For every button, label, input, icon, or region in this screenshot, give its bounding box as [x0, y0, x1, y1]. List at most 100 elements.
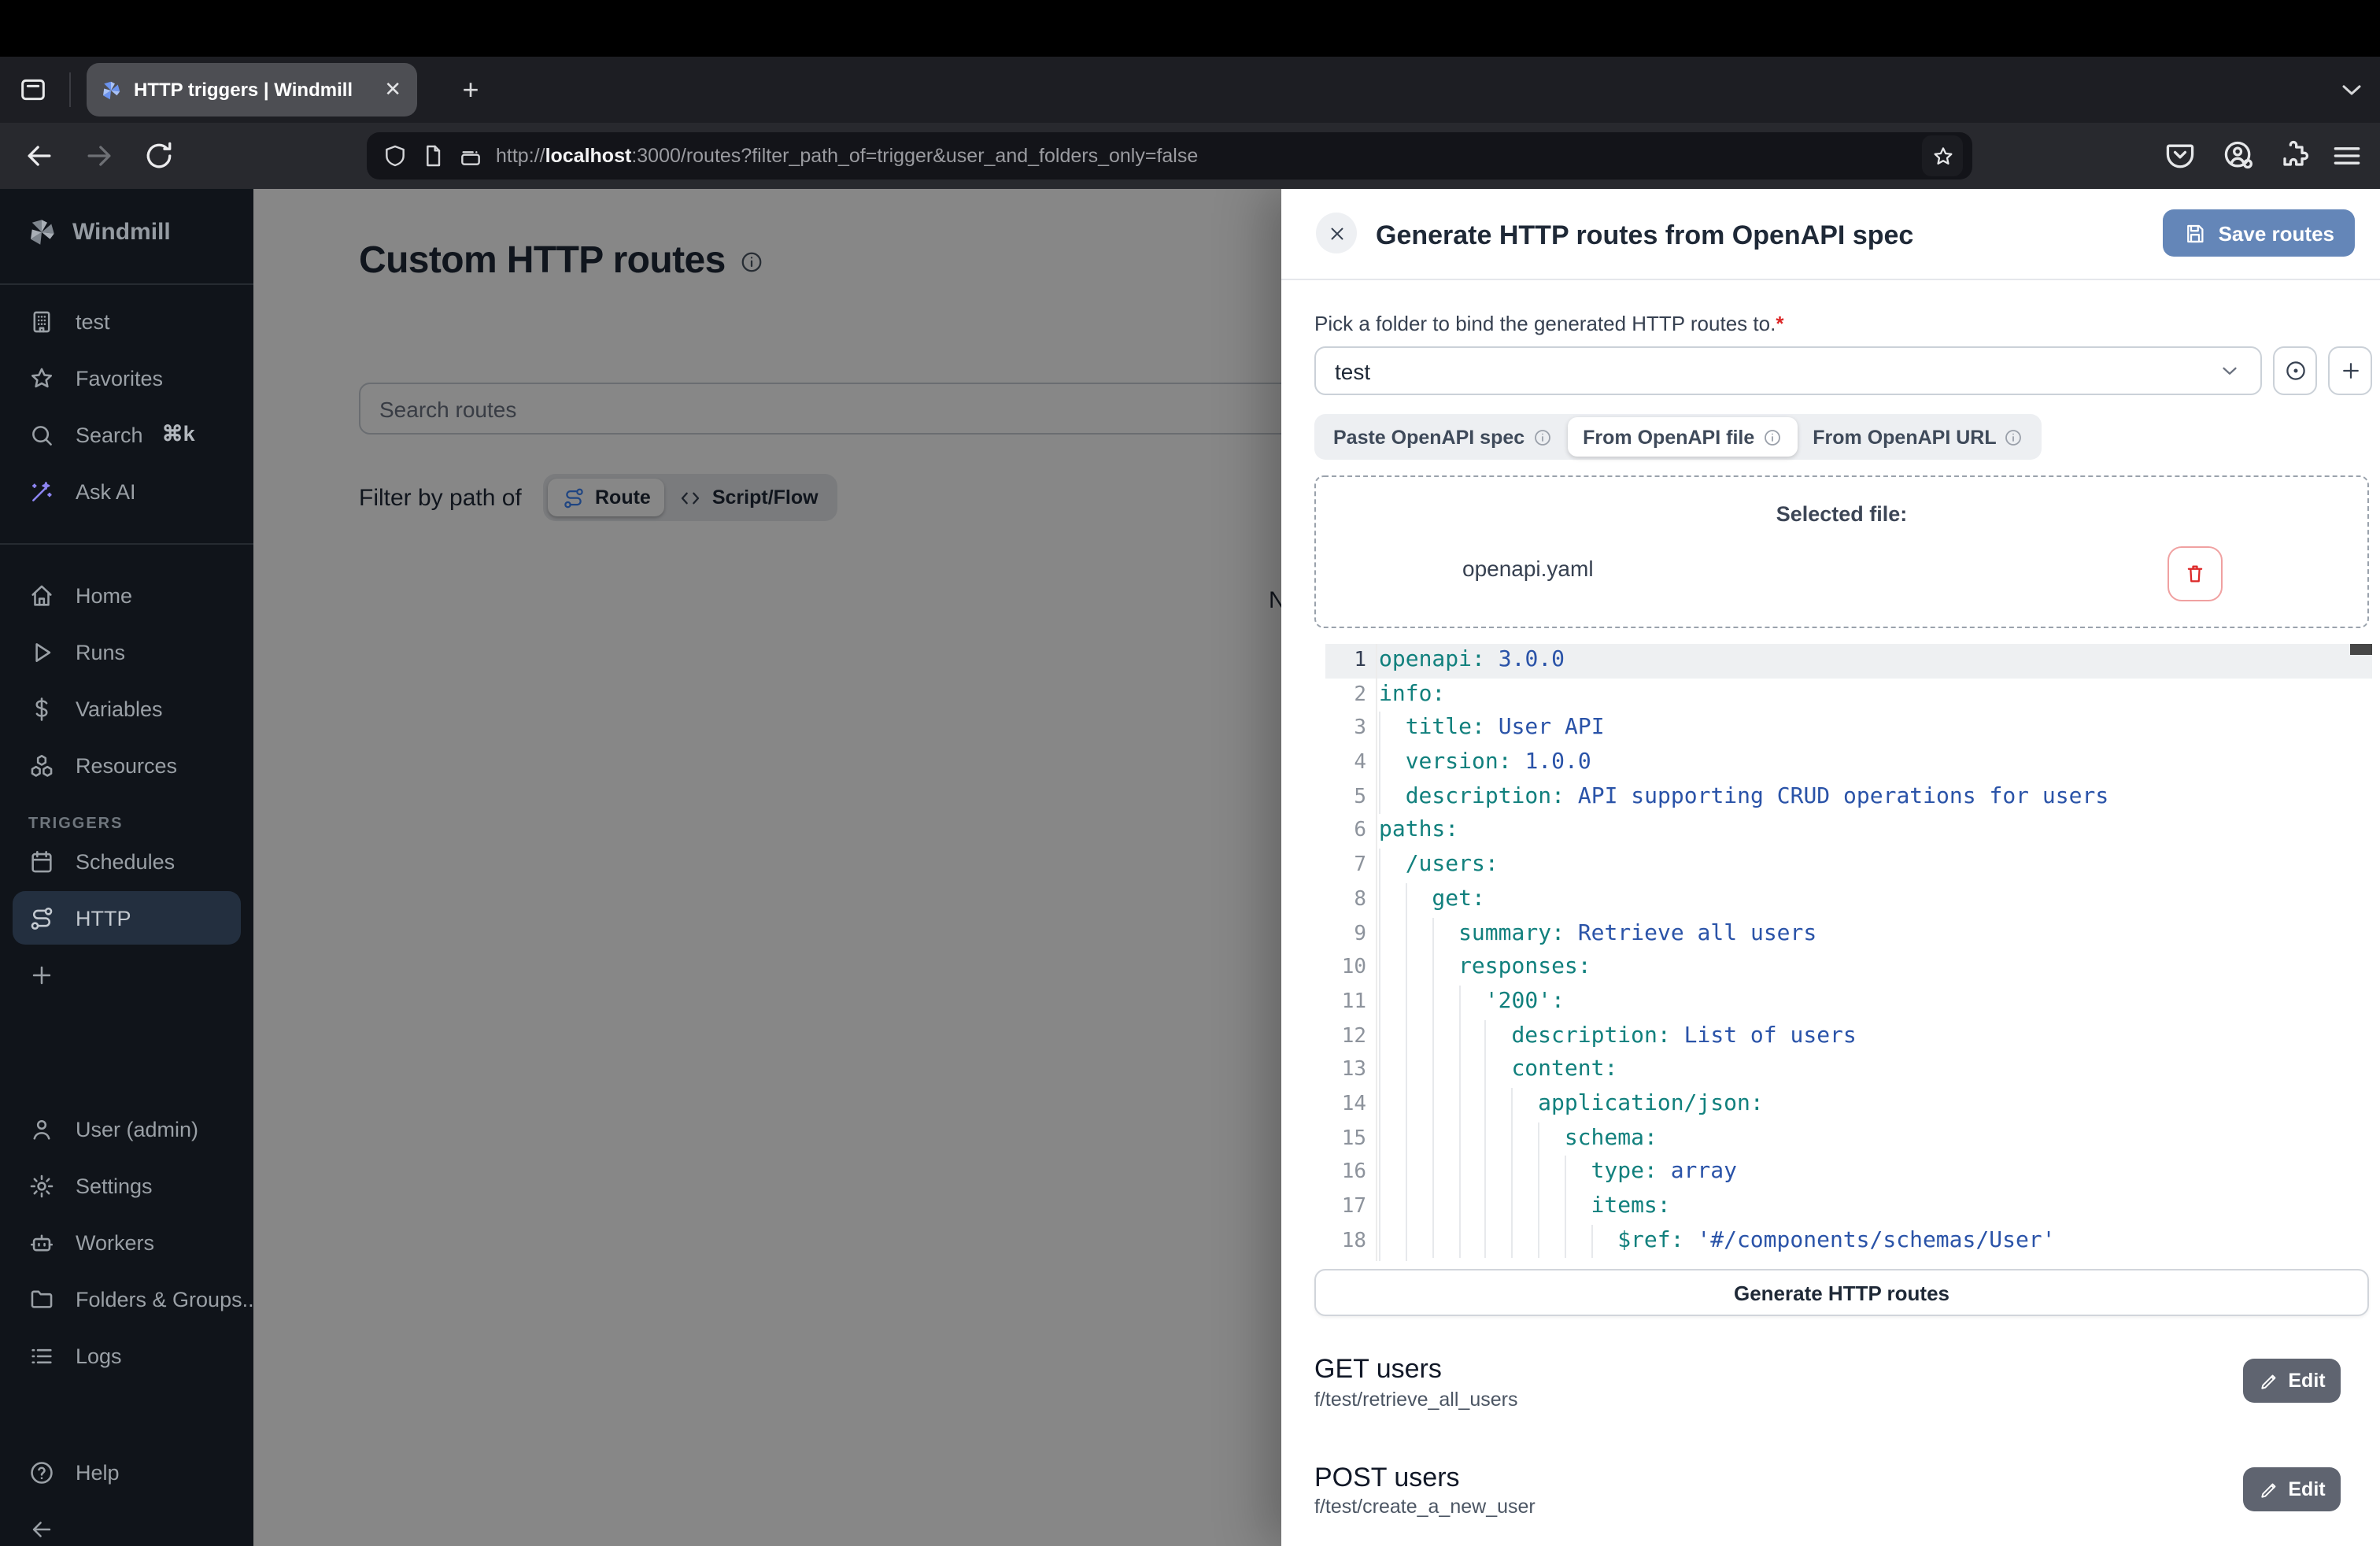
home-icon — [28, 582, 55, 608]
edit-route-button[interactable]: Edit — [2243, 1467, 2341, 1511]
code-line-12[interactable]: 12description: List of users — [1325, 1019, 2372, 1053]
back-button[interactable] — [22, 139, 57, 173]
tab-from-openapi-file[interactable]: From OpenAPI file — [1567, 417, 1797, 457]
sidebar-item-logs[interactable]: Logs — [0, 1327, 253, 1384]
menu-hamburger-icon[interactable] — [2330, 139, 2364, 173]
refresh-button[interactable] — [142, 139, 176, 173]
route-name: GET users — [1314, 1354, 1442, 1385]
pencil-icon — [2258, 1370, 2278, 1391]
tab-from-openapi-url[interactable]: From OpenAPI URL — [1797, 417, 2038, 457]
code-line-4[interactable]: 4version: 1.0.0 — [1325, 746, 2372, 780]
view-folder-button[interactable] — [2273, 346, 2317, 395]
route-path: f/test/retrieve_all_users — [1314, 1389, 1517, 1411]
code-line-17[interactable]: 17items: — [1325, 1190, 2372, 1224]
plus-icon — [28, 961, 55, 988]
sidebar-item-arrow-left[interactable] — [0, 1500, 253, 1546]
drawer-title: Generate HTTP routes from OpenAPI spec — [1376, 220, 1913, 252]
code-line-13[interactable]: 13content: — [1325, 1054, 2372, 1088]
brand-name: Windmill — [72, 219, 171, 246]
sidebar-item-search[interactable]: Search⌘k — [0, 406, 253, 463]
sidebar-divider — [0, 543, 253, 545]
code-line-6[interactable]: 6paths: — [1325, 815, 2372, 849]
search-icon — [28, 421, 55, 448]
gear-icon — [28, 1172, 55, 1199]
code-line-16[interactable]: 16type: array — [1325, 1156, 2372, 1190]
new-tab-button[interactable]: + — [450, 69, 491, 110]
route-path: f/test/create_a_new_user — [1314, 1496, 1536, 1518]
windmill-app: Windmill testFavoritesSearch⌘kAsk AI Hom… — [0, 189, 2380, 1546]
list-icon — [28, 1342, 55, 1369]
calendar-icon — [28, 848, 55, 875]
code-line-11[interactable]: 11'200': — [1325, 986, 2372, 1019]
person-icon — [28, 1115, 55, 1142]
code-line-3[interactable]: 3title: User API — [1325, 712, 2372, 746]
remove-file-button[interactable] — [2168, 546, 2223, 601]
tab-list-chevron-icon[interactable] — [2336, 74, 2367, 105]
folder-select[interactable]: test — [1314, 346, 2262, 395]
openapi-code-editor[interactable]: 1openapi: 3.0.02info:3title: User API4ve… — [1325, 644, 2372, 1261]
code-line-10[interactable]: 10responses: — [1325, 951, 2372, 985]
sidebar-item-favorites[interactable]: Favorites — [0, 350, 253, 406]
tab-title: HTTP triggers | Windmill — [134, 79, 381, 101]
close-drawer-button[interactable] — [1316, 213, 1357, 253]
sidebar-item-http[interactable]: HTTP — [13, 891, 241, 945]
forward-button[interactable] — [82, 139, 116, 173]
sidebar-item-workers[interactable]: Workers — [0, 1214, 253, 1270]
info-icon — [1762, 427, 1781, 446]
extensions-puzzle-icon[interactable] — [2276, 139, 2311, 173]
code-line-15[interactable]: 15schema: — [1325, 1122, 2372, 1156]
browser-toolbar: http://localhost:3000/routes?filter_path… — [0, 123, 2380, 189]
help-icon — [28, 1459, 55, 1485]
container-icon[interactable] — [458, 143, 483, 168]
tab-overview-icon[interactable] — [17, 74, 49, 105]
sidebar-item-schedules[interactable]: Schedules — [0, 833, 253, 890]
page-info-icon[interactable] — [420, 143, 445, 168]
url-text[interactable]: http://localhost:3000/routes?filter_path… — [496, 145, 1922, 167]
code-line-8[interactable]: 8get: — [1325, 883, 2372, 917]
bookmark-star-icon[interactable] — [1922, 135, 1963, 176]
sidebar-item-test[interactable]: test — [0, 293, 253, 350]
sidebar-item-variables[interactable]: Variables — [0, 680, 253, 737]
save-icon — [2184, 221, 2208, 245]
drawer-header-divider — [1281, 279, 2380, 280]
code-line-18[interactable]: 18$ref: '#/components/schemas/User' — [1325, 1224, 2372, 1258]
sidebar-item-runs[interactable]: Runs — [0, 623, 253, 680]
browser-tab[interactable]: HTTP triggers | Windmill ✕ — [87, 63, 417, 117]
tab-paste-openapi-spec[interactable]: Paste OpenAPI spec — [1318, 417, 1567, 457]
editor-scrollbar-thumb[interactable] — [2350, 644, 2372, 655]
dollar-icon — [28, 695, 55, 722]
code-line-5[interactable]: 5description: API supporting CRUD operat… — [1325, 781, 2372, 815]
sidebar-item-user-admin-[interactable]: User (admin) — [0, 1100, 253, 1157]
url-bar[interactable]: http://localhost:3000/routes?filter_path… — [367, 132, 1972, 179]
windmill-pinwheel-icon — [25, 216, 58, 249]
favicon-windmill — [99, 78, 123, 102]
code-line-9[interactable]: 9summary: Retrieve all users — [1325, 917, 2372, 951]
info-icon — [1532, 427, 1551, 446]
play-icon — [28, 638, 55, 665]
folder-field-label: Pick a folder to bind the generated HTTP… — [1314, 312, 1783, 335]
sidebar-item-resources[interactable]: Resources — [0, 737, 253, 793]
tab-close-icon[interactable]: ✕ — [381, 77, 405, 102]
generate-routes-button[interactable]: Generate HTTP routes — [1314, 1269, 2369, 1316]
sidebar-item-folders-groups-[interactable]: Folders & Groups... — [0, 1270, 253, 1327]
code-line-1[interactable]: 1openapi: 3.0.0 — [1325, 644, 2372, 678]
route-name: POST users — [1314, 1463, 1460, 1494]
code-line-7[interactable]: 7/users: — [1325, 849, 2372, 882]
sidebar-item-ask-ai[interactable]: Ask AI — [0, 463, 253, 520]
pocket-icon[interactable] — [2163, 139, 2197, 173]
add-folder-button[interactable] — [2328, 346, 2372, 395]
sidebar-item-home[interactable]: Home — [0, 567, 253, 623]
sidebar-item-help[interactable]: Help — [0, 1444, 253, 1500]
pencil-icon — [2258, 1479, 2278, 1500]
save-routes-button[interactable]: Save routes — [2164, 209, 2355, 257]
account-icon[interactable] — [2221, 139, 2256, 173]
code-line-2[interactable]: 2info: — [1325, 678, 2372, 712]
code-line-19[interactable]: 19post: — [1325, 1259, 2372, 1261]
shield-icon[interactable] — [382, 143, 408, 168]
sidebar-item-plus[interactable] — [0, 946, 253, 1003]
windmill-logo[interactable]: Windmill — [25, 216, 171, 249]
code-line-14[interactable]: 14application/json: — [1325, 1088, 2372, 1122]
sidebar-item-settings[interactable]: Settings — [0, 1157, 253, 1214]
drawer-backdrop[interactable] — [253, 189, 1281, 1546]
edit-route-button[interactable]: Edit — [2243, 1359, 2341, 1403]
